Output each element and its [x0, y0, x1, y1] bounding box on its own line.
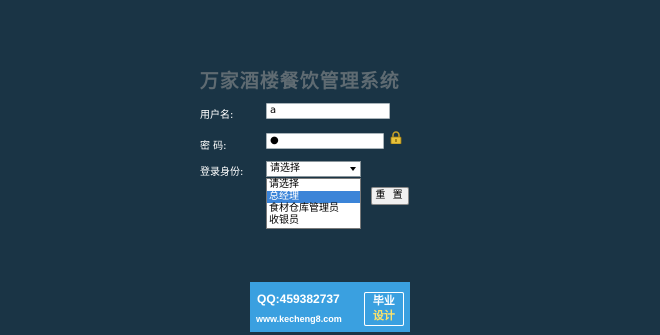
banner-qq-text: QQ:459382737	[257, 292, 340, 306]
role-select-value: 请选择	[270, 163, 300, 174]
username-label: 用户名:	[200, 110, 234, 121]
role-option[interactable]: 请选择	[267, 179, 360, 191]
role-label: 登录身份:	[200, 167, 244, 178]
watermark-banner: QQ:459382737 www.kecheng8.com 毕业 设计	[250, 282, 410, 332]
page-title: 万家酒楼餐饮管理系统	[200, 70, 401, 92]
badge-line-2: 设计	[373, 309, 395, 322]
role-option-highlighted[interactable]: 总经理	[267, 191, 360, 203]
role-option[interactable]: 收银员	[267, 215, 360, 227]
chevron-down-icon[interactable]	[350, 167, 356, 171]
role-option[interactable]: 食材仓库管理员	[267, 203, 360, 215]
password-input[interactable]: ●	[266, 133, 384, 149]
lock-icon	[390, 131, 402, 144]
username-input[interactable]: a	[266, 103, 390, 119]
banner-badge: 毕业 设计	[364, 292, 404, 326]
reset-button[interactable]: 重 置	[371, 187, 409, 205]
role-dropdown-list: 请选择 总经理 食材仓库管理员 收银员	[266, 178, 361, 229]
password-label: 密 码:	[200, 141, 227, 152]
banner-site-text: www.kecheng8.com	[256, 314, 342, 324]
badge-line-1: 毕业	[373, 294, 395, 307]
role-select[interactable]: 请选择	[266, 161, 361, 177]
